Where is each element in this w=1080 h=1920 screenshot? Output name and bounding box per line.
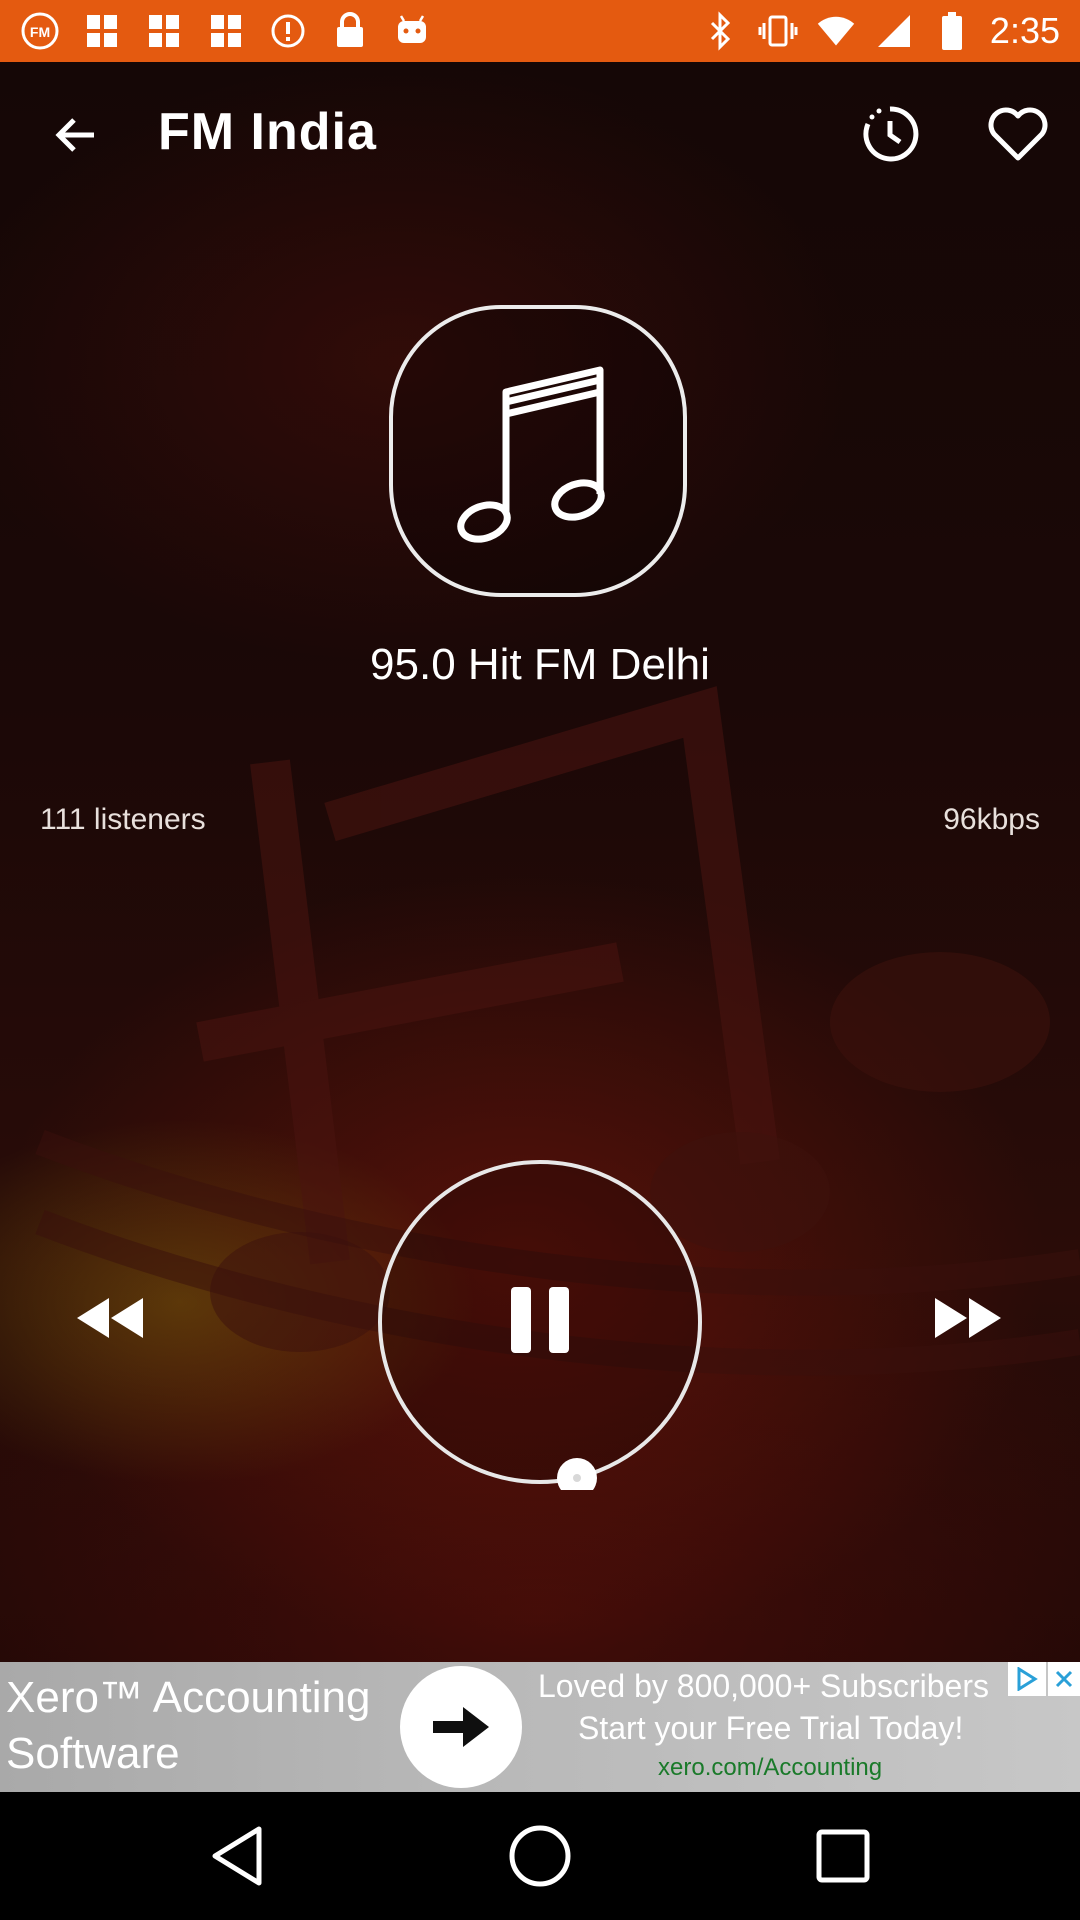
grid-icon — [82, 11, 122, 51]
signal-icon — [874, 11, 914, 51]
ad-banner[interactable]: Xero™ Accounting Software Loved by 800,0… — [0, 1662, 1080, 1792]
alert-icon — [268, 11, 308, 51]
ad-subheadline: Start your Free Trial Today! — [578, 1710, 964, 1746]
fast-forward-icon — [935, 1298, 1001, 1338]
favorite-button[interactable] — [984, 98, 1052, 170]
clock-time: 2:35 — [989, 10, 1060, 51]
app-title: FM India — [158, 103, 377, 161]
navigation-bar — [0, 1792, 1080, 1920]
ad-choices-icon — [1017, 1667, 1038, 1691]
nav-home-icon — [509, 1825, 571, 1887]
fast-forward-button[interactable] — [930, 1290, 1006, 1346]
sleep-timer-button[interactable] — [856, 98, 924, 170]
nav-back-button[interactable] — [192, 1816, 282, 1896]
ad-open-button[interactable] — [400, 1666, 522, 1788]
pause-button[interactable] — [500, 1280, 580, 1360]
music-note-icon — [389, 305, 687, 597]
arrow-right-icon — [433, 1707, 489, 1747]
svg-text:FM: FM — [30, 24, 50, 40]
pause-icon — [511, 1287, 569, 1353]
status-notifications: FM — [20, 11, 432, 51]
heart-outline-icon — [988, 107, 1048, 161]
rewind-button[interactable] — [72, 1290, 148, 1346]
ad-close-button[interactable] — [1048, 1662, 1080, 1696]
nav-home-button[interactable] — [495, 1816, 585, 1896]
app-bar: FM India — [0, 62, 1080, 210]
status-system: 2:35 — [700, 10, 1060, 52]
ad-title: Xero™ Accounting Software — [6, 1673, 371, 1778]
arrow-back-icon — [55, 118, 94, 152]
nav-back-icon — [212, 1826, 262, 1886]
wifi-icon — [816, 11, 856, 51]
close-icon — [1055, 1670, 1073, 1688]
ad-choices-button[interactable] — [1008, 1662, 1046, 1696]
rewind-icon — [77, 1298, 143, 1338]
listener-count: 111 listeners — [40, 803, 206, 836]
lock-icon — [330, 11, 370, 51]
nav-recents-button[interactable] — [798, 1816, 888, 1896]
ad-headline: Loved by 800,000+ Subscribers — [538, 1668, 989, 1704]
nav-recents-icon — [816, 1829, 870, 1883]
android-icon — [392, 11, 432, 51]
sleep-timer-icon — [863, 106, 919, 162]
status-bar: FM 2:35 — [0, 0, 1080, 62]
battery-icon — [932, 11, 972, 51]
fm-app-icon: FM — [20, 11, 60, 51]
station-artwork — [388, 304, 688, 598]
station-name: 95.0 Hit FM Delhi — [370, 640, 710, 689]
vibrate-icon — [758, 11, 798, 51]
back-button[interactable] — [40, 100, 110, 170]
ad-url[interactable]: xero.com/Accounting — [658, 1754, 882, 1782]
bluetooth-icon — [700, 11, 740, 51]
grid-icon — [144, 11, 184, 51]
bitrate: 96kbps — [943, 803, 1040, 836]
grid-icon — [206, 11, 246, 51]
